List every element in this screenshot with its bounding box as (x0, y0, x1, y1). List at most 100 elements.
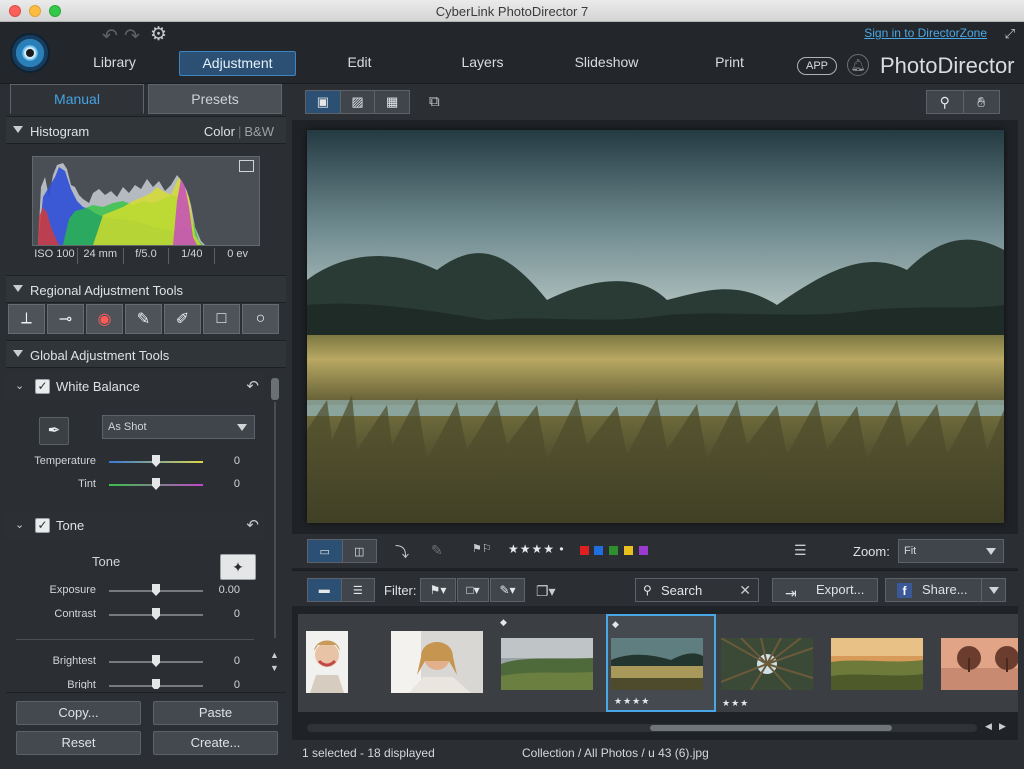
undo-icon[interactable]: ↶ (102, 25, 118, 48)
scroll-thumb[interactable] (650, 725, 892, 731)
clear-search-icon[interactable]: ✕ (739, 582, 751, 599)
paste-button[interactable]: Paste (153, 701, 278, 725)
chevron-down-icon[interactable]: ⌄ (15, 379, 24, 392)
zoom-tool-icon[interactable]: ⚲ (927, 91, 964, 113)
histogram-color-toggle[interactable]: Color (204, 124, 235, 139)
slider-knob[interactable] (152, 455, 160, 467)
thumbnail-selected[interactable]: ◆ ★★★★ (606, 614, 716, 712)
compare-view-icon[interactable]: ▨ (341, 91, 376, 113)
adjustment-brush-icon[interactable]: ✎ (125, 304, 162, 334)
graduated-filter-icon[interactable]: □ (203, 304, 240, 334)
scroll-down-icon[interactable]: ▼ (270, 663, 279, 673)
white-balance-header[interactable]: ⌄ ✓ White Balance ↶ (6, 373, 264, 401)
filmstrip-view-icon[interactable]: ▬ (308, 579, 342, 601)
rotate-icon[interactable]: ⤵ (395, 542, 409, 562)
tab-edit[interactable]: Edit (301, 51, 418, 76)
eraser-brush-icon[interactable]: ✐ (164, 304, 201, 334)
auto-tone-wand-icon[interactable]: ✦ (220, 554, 256, 580)
thumbnail[interactable] (936, 614, 1018, 712)
redo-icon[interactable]: ↷ (124, 25, 140, 48)
filmstrip-scrollbar[interactable] (307, 724, 977, 732)
photo-preview[interactable] (307, 130, 1004, 523)
zoom-select[interactable]: Fit (898, 539, 1004, 563)
before-after-icon[interactable]: ◫ (343, 540, 377, 562)
tab-slideshow[interactable]: Slideshow (548, 51, 665, 76)
hand-tool-icon[interactable]: ✋︎ (964, 91, 1000, 113)
panel-scrollbar[interactable]: ▲ ▼ (270, 374, 280, 674)
contrast-slider[interactable]: Contrast 0 (6, 606, 264, 624)
clipping-warning-icon[interactable] (239, 160, 254, 172)
thumbnail[interactable] (386, 614, 496, 712)
flag-filter-icon[interactable]: ⚑⚐ (472, 542, 492, 555)
red-eye-tool-icon[interactable]: ◉ (86, 304, 123, 334)
tab-layers[interactable]: Layers (424, 51, 541, 76)
reset-icon[interactable]: ↶ (246, 516, 259, 534)
white-balance-checkbox[interactable]: ✓ (35, 379, 50, 394)
thumbnail[interactable]: ◆ (496, 614, 606, 712)
chevron-down-icon[interactable]: ⌄ (15, 518, 24, 531)
color-label-purple[interactable] (639, 546, 648, 555)
spot-removal-tool-icon[interactable]: ⊸ (47, 304, 84, 334)
thumbnail[interactable] (826, 614, 936, 712)
share-button[interactable]: f Share... (885, 578, 1006, 602)
reset-button[interactable]: Reset (16, 731, 141, 755)
slider-knob[interactable] (152, 584, 160, 596)
tab-manual[interactable]: Manual (10, 84, 144, 114)
bright-slider[interactable]: Bright 0 (6, 677, 264, 689)
brightest-slider[interactable]: Brightest 0 (6, 653, 264, 671)
fullscreen-icon[interactable]: ⤢ (1005, 26, 1015, 42)
rating-filter[interactable]: ★★★★ • (508, 542, 565, 556)
reset-icon[interactable]: ↶ (246, 377, 259, 395)
white-balance-preset-select[interactable]: As Shot (102, 415, 255, 439)
copy-button[interactable]: Copy... (16, 701, 141, 725)
flag-filter-button[interactable]: ⚑▾ (420, 578, 456, 602)
slider-knob[interactable] (152, 478, 160, 490)
share-dropdown-button[interactable] (981, 579, 1005, 601)
sort-icon[interactable]: ☰ (794, 542, 807, 559)
sign-in-link[interactable]: Sign in to DirectorZone (864, 26, 987, 40)
tab-library[interactable]: Library (56, 51, 173, 76)
app-button[interactable]: APP (797, 57, 837, 75)
tone-header[interactable]: ⌄ ✓ Tone ↶ (6, 512, 264, 540)
slider-knob[interactable] (152, 679, 160, 689)
grid-view-icon[interactable]: ▦ (375, 91, 409, 113)
color-label-yellow[interactable] (624, 546, 633, 555)
single-photo-icon[interactable]: ▭ (308, 540, 343, 562)
tint-slider[interactable]: Tint 0 (6, 476, 264, 494)
scroll-thumb[interactable] (271, 378, 279, 400)
thumbnail[interactable]: ★★★ (716, 614, 826, 712)
create-preset-button[interactable]: Create... (153, 731, 278, 755)
color-filter-button[interactable]: □▾ (457, 578, 489, 602)
gear-icon[interactable]: ⚙ (150, 23, 167, 46)
list-view-icon[interactable]: ☰ (342, 579, 375, 601)
export-button[interactable]: ⇥ Export... (772, 578, 878, 602)
eyedropper-icon[interactable]: ✒ (39, 417, 69, 445)
toggle-panel-icon[interactable]: ⧉ (429, 93, 440, 110)
global-tools-header[interactable]: Global Adjustment Tools (6, 340, 286, 368)
tab-print[interactable]: Print (671, 51, 788, 76)
single-view-icon[interactable]: ▣ (306, 91, 341, 113)
slider-knob[interactable] (152, 608, 160, 620)
search-input[interactable]: ⚲ Search ✕ (635, 578, 759, 602)
tab-presets[interactable]: Presets (148, 84, 282, 114)
regional-tools-header[interactable]: Regional Adjustment Tools (6, 275, 286, 303)
histogram-bw-toggle[interactable]: B&W (244, 124, 274, 139)
scroll-right-icon[interactable]: ▶ (999, 721, 1006, 732)
notification-bell-icon[interactable]: 🔔︎ (847, 54, 869, 76)
tab-adjustment[interactable]: Adjustment (179, 51, 296, 76)
crop-tool-icon[interactable]: ⟂ (8, 304, 45, 334)
radial-filter-icon[interactable]: ○ (242, 304, 279, 334)
color-label-green[interactable] (609, 546, 618, 555)
tone-checkbox[interactable]: ✓ (35, 518, 50, 533)
color-label-blue[interactable] (594, 546, 603, 555)
exposure-slider[interactable]: Exposure 0.00 (6, 582, 264, 600)
temperature-slider[interactable]: Temperature 0 (6, 453, 264, 471)
stack-icon[interactable]: ❐▾ (536, 583, 556, 600)
edit-pen-icon[interactable]: ✎ (431, 542, 443, 559)
slider-knob[interactable] (152, 655, 160, 667)
histogram-header[interactable]: Histogram Color | B&W (6, 116, 286, 144)
scroll-up-icon[interactable]: ▲ (270, 650, 279, 660)
edit-filter-button[interactable]: ✎▾ (490, 578, 525, 602)
scroll-left-icon[interactable]: ◀ (985, 721, 992, 732)
color-label-red[interactable] (580, 546, 589, 555)
